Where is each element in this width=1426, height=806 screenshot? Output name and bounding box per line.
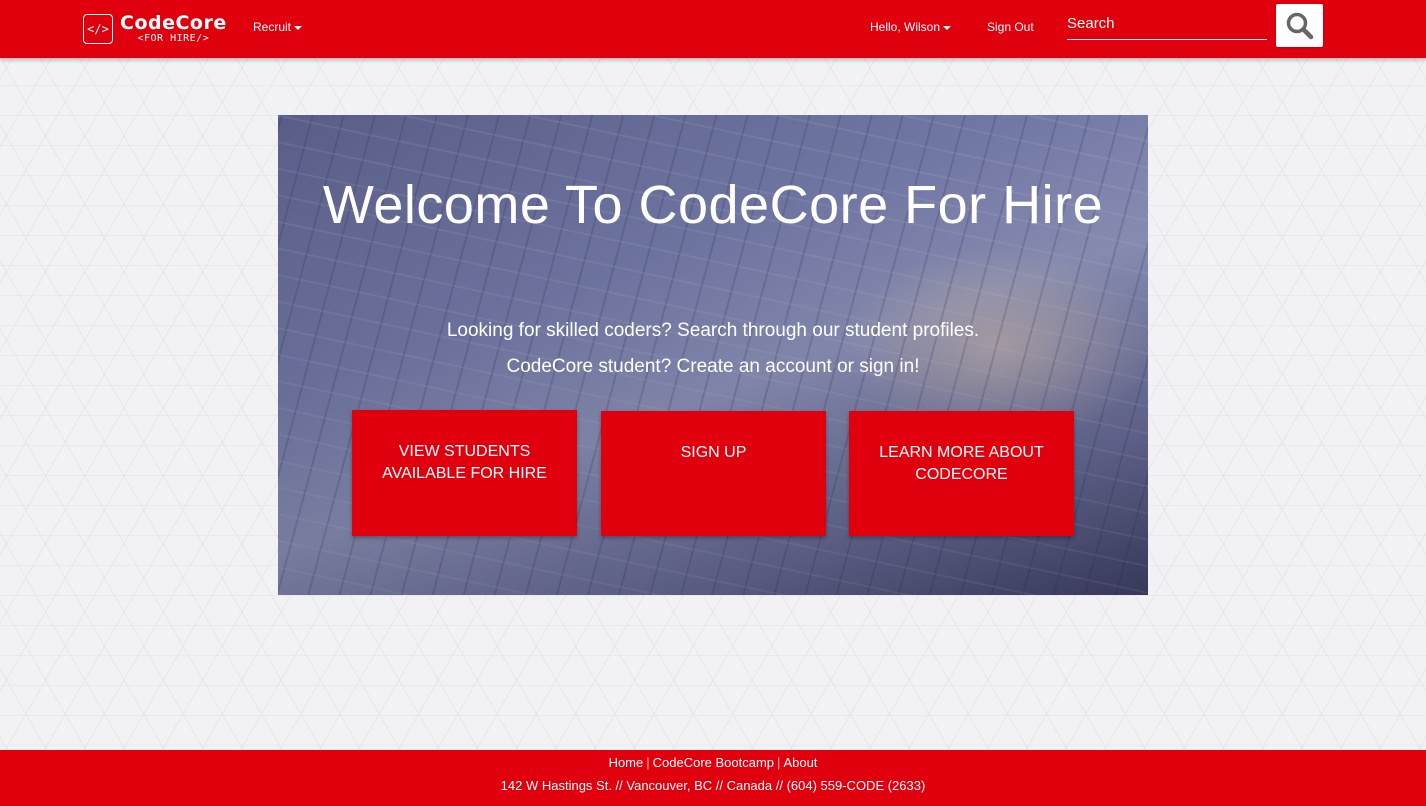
code-brackets-icon: </>	[83, 14, 113, 44]
footer-address: 142 W Hastings St. // Vancouver, BC // C…	[500, 778, 926, 793]
top-navbar: </> CodeCore <FOR HIRE/> Recruit Hello, …	[0, 0, 1426, 58]
hero-title: Welcome To CodeCore For Hire	[322, 175, 1104, 235]
recruit-dropdown[interactable]: Recruit	[253, 20, 303, 34]
caret-down-icon	[943, 25, 952, 30]
footer-link-about[interactable]: About	[783, 755, 817, 770]
view-students-button[interactable]: View Students Available For Hire	[352, 410, 577, 536]
footer: Home | CodeCore Bootcamp | About 142 W Hasti…	[0, 750, 1426, 806]
search-input[interactable]	[1067, 8, 1267, 40]
search-icon	[1286, 12, 1313, 39]
caret-down-icon	[294, 25, 303, 30]
learn-more-button[interactable]: Learn More About CodeCore	[849, 411, 1074, 536]
hero-tagline-students: CodeCore student? Create an account or s…	[506, 356, 920, 377]
sign-out-link[interactable]: Sign Out	[987, 20, 1034, 34]
footer-link-bootcamp[interactable]: CodeCore Bootcamp	[653, 755, 774, 770]
logo-title: CodeCore	[120, 12, 227, 34]
user-greeting: Hello, Wilson	[870, 20, 941, 34]
logo-link[interactable]: </> CodeCore <FOR HIRE/>	[83, 12, 227, 46]
footer-links: Home | CodeCore Bootcamp | About	[0, 755, 1426, 770]
footer-link-home[interactable]: Home	[609, 755, 644, 770]
logo-wordmark: CodeCore <FOR HIRE/>	[120, 14, 227, 44]
hero-banner: Welcome To CodeCore For Hire Looking for…	[278, 115, 1148, 595]
user-menu-dropdown[interactable]: Hello, Wilson	[870, 20, 952, 34]
sign-up-button[interactable]: Sign Up	[601, 411, 826, 536]
recruit-label: Recruit	[253, 20, 292, 34]
hero-tagline-recruiters: Looking for skilled coders? Search throu…	[446, 320, 980, 341]
logo-subtitle: <FOR HIRE/>	[137, 33, 210, 44]
search-button[interactable]	[1276, 4, 1323, 47]
footer-separator: |	[777, 755, 781, 770]
footer-separator: |	[646, 755, 650, 770]
sign-out-label: Sign Out	[987, 20, 1034, 34]
